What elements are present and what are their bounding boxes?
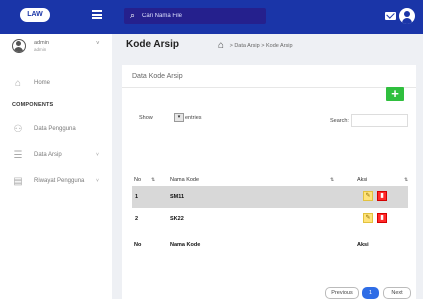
cell-nama-kode: SM11	[170, 194, 185, 200]
list-icon: ☰	[13, 150, 23, 161]
breadcrumb-item[interactable]: Data Arsip	[234, 43, 259, 49]
add-button[interactable]: +	[386, 87, 404, 101]
user-account-icon[interactable]	[399, 8, 415, 24]
column-header-nama-kode[interactable]: Nama Kode	[170, 177, 199, 183]
cell-no: 1	[135, 194, 139, 200]
pagination-previous-button[interactable]: Previous	[325, 287, 359, 299]
cell-nama-kode: SK22	[170, 216, 184, 222]
table-search-label: Search:	[330, 118, 349, 124]
page-title: Kode Arsip	[126, 39, 179, 50]
sort-icon[interactable]: ⇅	[330, 177, 334, 183]
data-card: Data Kode Arsip + Show ▾ entries Search:…	[122, 65, 416, 299]
search-input[interactable]	[142, 10, 260, 22]
top-navbar: LAW ⌕	[0, 0, 423, 34]
table-row: 1 SM11 ✎ ▮	[132, 186, 408, 208]
table-row: 2 SK22 ✎ ▮	[132, 208, 408, 230]
show-label: Show	[139, 115, 153, 121]
breadcrumb: ⌂ > Data Arsip > Kode Arsip	[218, 40, 293, 51]
sidebar-item-label: Data Arsip	[34, 152, 62, 158]
home-icon[interactable]: ⌂	[218, 40, 224, 51]
entries-select[interactable]: ▾	[174, 113, 184, 122]
table-search-input[interactable]	[351, 114, 408, 127]
menu-toggle-icon[interactable]	[92, 10, 102, 19]
delete-button[interactable]: ▮	[377, 213, 387, 223]
breadcrumb-separator: >	[229, 43, 233, 49]
chevron-down-icon: ˅	[96, 178, 99, 184]
app-logo[interactable]: LAW	[20, 8, 50, 22]
edit-button[interactable]: ✎	[363, 213, 373, 223]
sidebar-item-data-arsip[interactable]: ☰ Data Arsip ˅	[12, 150, 112, 164]
cell-no: 2	[135, 216, 139, 222]
sidebar-item-riwayat-pengguna[interactable]: ▤ Riwayat Pengguna ˅	[12, 176, 112, 190]
sidebar-item-label: Home	[34, 80, 51, 86]
footer-header-no: No	[134, 242, 142, 248]
pagination-page-button[interactable]: 1	[362, 287, 379, 299]
mail-icon[interactable]	[385, 12, 396, 20]
footer-header-nama-kode: Nama Kode	[170, 242, 201, 248]
sort-icon[interactable]: ⇅	[404, 177, 408, 183]
footer-header-aksi: Aksi	[357, 242, 369, 248]
column-header-aksi[interactable]: Aksi	[357, 177, 367, 183]
search-icon: ⌕	[130, 10, 136, 20]
sidebar: admin admin ˅ ⌂ Home COMPONENTS ⚇ Data P…	[0, 34, 112, 299]
sort-icon[interactable]: ⇅	[151, 177, 155, 183]
sidebar-section-label: COMPONENTS	[12, 102, 54, 108]
edit-button[interactable]: ✎	[363, 191, 373, 201]
sidebar-user-panel[interactable]: admin admin ˅	[0, 34, 112, 60]
breadcrumb-separator: >	[261, 43, 265, 49]
sidebar-item-home[interactable]: ⌂ Home	[12, 78, 112, 92]
pagination-next-button[interactable]: Next	[383, 287, 411, 299]
search-bar[interactable]: ⌕	[124, 8, 266, 24]
card-title: Data Kode Arsip	[132, 73, 183, 80]
sidebar-item-label: Data Pengguna	[34, 126, 76, 132]
sidebar-item-label: Riwayat Pengguna	[34, 178, 85, 184]
divider	[122, 87, 416, 88]
users-icon: ⚇	[13, 124, 23, 135]
chevron-down-icon[interactable]: ˅	[96, 41, 100, 47]
delete-button[interactable]: ▮	[377, 191, 387, 201]
column-header-no[interactable]: No	[134, 177, 141, 183]
sidebar-item-data-pengguna[interactable]: ⚇ Data Pengguna	[12, 124, 112, 138]
user-name: admin	[34, 40, 49, 46]
chevron-down-icon: ˅	[96, 152, 99, 158]
user-role: admin	[34, 47, 47, 52]
entries-label: entries	[185, 115, 202, 121]
home-icon: ⌂	[14, 78, 22, 89]
avatar-icon	[12, 39, 26, 53]
breadcrumb-item: Kode Arsip	[265, 43, 293, 49]
history-icon: ▤	[13, 176, 23, 187]
